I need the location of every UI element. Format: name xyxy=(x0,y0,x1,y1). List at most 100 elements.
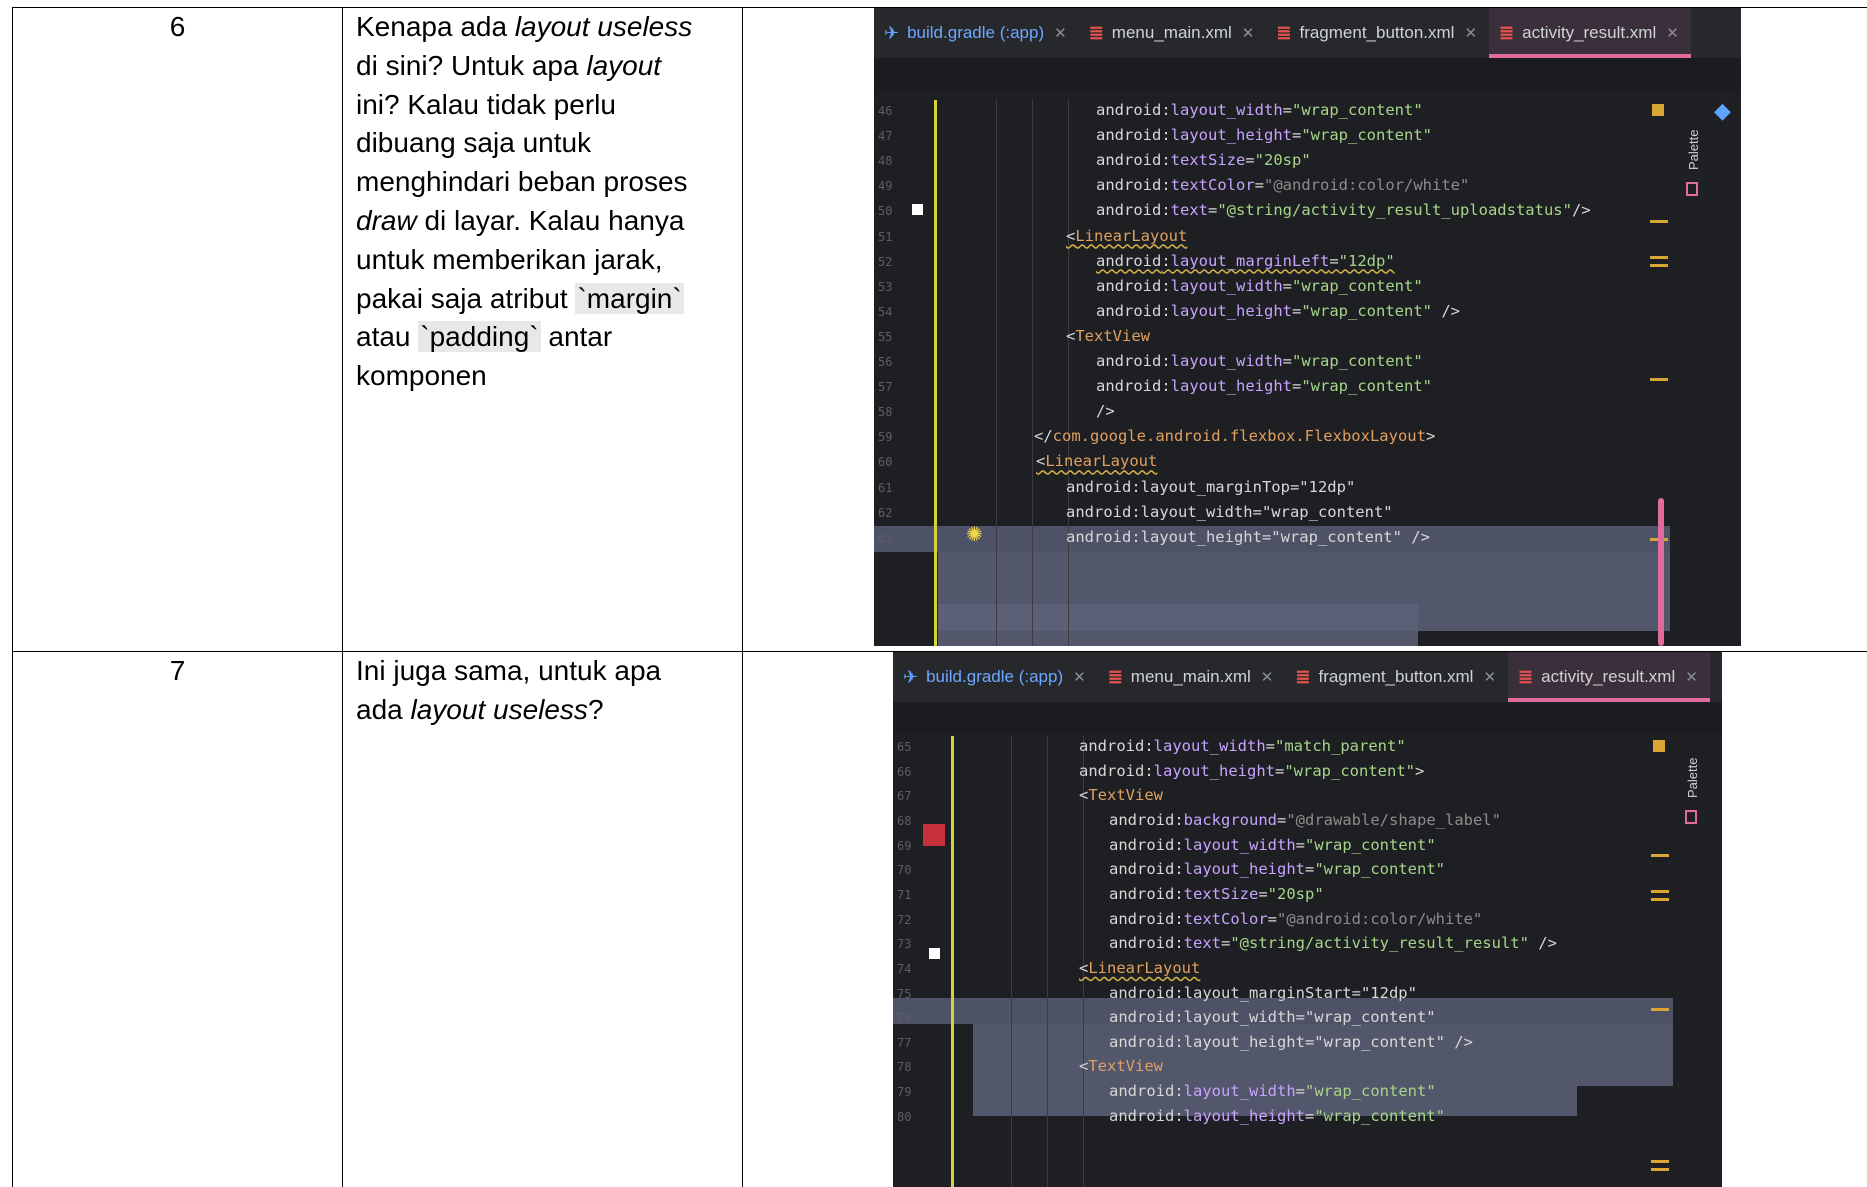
code-token: LinearLayout xyxy=(1075,226,1188,245)
code-line[interactable]: android:textSize="20sp" xyxy=(1109,885,1324,903)
close-icon[interactable]: ✕ xyxy=(1464,24,1477,42)
code-line[interactable]: android:layout_height="wrap_content" xyxy=(1109,860,1445,878)
code-token: "wrap_content" xyxy=(1314,1106,1445,1125)
tab-label: build.gradle (:app) xyxy=(907,23,1045,42)
code-token: = xyxy=(1277,810,1287,829)
code-line[interactable]: <LinearLayout xyxy=(1036,452,1157,470)
scrollbar-thumb[interactable] xyxy=(1658,498,1664,646)
code-line[interactable]: android:layout_height="wrap_content" xyxy=(1096,126,1432,144)
code-token: android xyxy=(1079,761,1145,780)
code-line[interactable]: android:layout_width="wrap_content" xyxy=(1096,352,1423,370)
ide-screenshot: ✈ build.gradle (:app) ✕ ≣ menu_main.xml ✕ ≣ fra… xyxy=(893,652,1722,1187)
row-number: 7 xyxy=(169,655,186,686)
warning-stripe xyxy=(1650,264,1668,267)
code-token: /> xyxy=(1528,934,1557,953)
close-icon[interactable]: ✕ xyxy=(1073,668,1086,686)
code-line[interactable]: android:layout_height="wrap_content" /> xyxy=(1066,528,1430,546)
code-line[interactable]: android:text="@string/activity_result_up… xyxy=(1096,201,1591,219)
code-line[interactable]: android:layout_height="wrap_content"> xyxy=(1079,762,1424,780)
comment-text: atau xyxy=(356,321,419,353)
code-token: < xyxy=(1066,326,1076,345)
code-line[interactable]: </com.google.android.flexbox.FlexboxLayo… xyxy=(1034,427,1435,445)
editor-tab[interactable]: ≣ menu_main.xml ✕ xyxy=(1079,8,1267,58)
inline-code: `margin` xyxy=(575,282,684,314)
code-token: textSize xyxy=(1183,884,1259,903)
code-token: android:layout_height="wrap_content" /> xyxy=(1109,1032,1473,1051)
code-line[interactable]: /> xyxy=(1096,402,1115,420)
comment-text: ? xyxy=(587,693,604,725)
palette-icon[interactable] xyxy=(1686,182,1698,196)
close-icon[interactable]: ✕ xyxy=(1054,24,1067,42)
editor-tab[interactable]: ≣ activity_result.xml ✕ xyxy=(1489,8,1691,58)
code-token: TextView xyxy=(1075,326,1150,345)
code-line[interactable]: android:textSize="20sp" xyxy=(1096,151,1311,169)
close-icon[interactable]: ✕ xyxy=(1261,668,1274,686)
code-token: : xyxy=(1161,101,1171,119)
code-line[interactable]: android:textColor="@android:color/white" xyxy=(1096,176,1469,194)
code-token: android xyxy=(1096,251,1162,270)
palette-icon[interactable] xyxy=(1685,810,1697,824)
palette-label[interactable]: Palette xyxy=(1685,758,1700,798)
code-line[interactable]: android:layout_width="wrap_content" xyxy=(1096,101,1423,119)
code-token: "wrap_content" xyxy=(1292,276,1423,295)
table-border-left xyxy=(12,7,13,1187)
code-token: com.google.android.flexbox.FlexboxLayout xyxy=(1052,427,1426,446)
code-token: : xyxy=(1161,201,1171,220)
code-line[interactable]: <TextView xyxy=(1079,786,1163,804)
comment-text: ada xyxy=(356,693,411,725)
gradle-icon: ✈ xyxy=(903,666,919,687)
editor-tab[interactable]: ≣ menu_main.xml ✕ xyxy=(1098,652,1286,702)
code-token: "wrap_content" xyxy=(1305,1082,1436,1101)
code-token: /> xyxy=(1571,201,1591,220)
code-line[interactable]: android:layout_height="wrap_content" xyxy=(1096,377,1432,395)
code-line[interactable]: <TextView xyxy=(1079,1057,1163,1075)
code-token: android:layout_height="wrap_content" /> xyxy=(1066,527,1430,546)
code-line[interactable]: android:layout_height="wrap_content" /> xyxy=(1109,1033,1473,1051)
warning-stripe xyxy=(1650,256,1668,259)
code-token: = xyxy=(1305,860,1315,879)
code-token: "@android:color/white" xyxy=(1264,176,1470,195)
code-token: text xyxy=(1183,934,1221,953)
code-line[interactable]: android:text="@string/activity_result_re… xyxy=(1109,934,1557,952)
code-token: android xyxy=(1096,377,1162,396)
code-line[interactable]: android:layout_width="wrap_content" xyxy=(1109,836,1436,854)
code-line[interactable]: android:layout_marginTop="12dp" xyxy=(1066,478,1355,496)
code-line[interactable]: android:layout_width="wrap_content" xyxy=(1096,277,1423,295)
code-token: : xyxy=(1144,761,1154,780)
editor-tab[interactable]: ≣ fragment_button.xml ✕ xyxy=(1266,8,1489,58)
code-line[interactable]: android:textColor="@android:color/white" xyxy=(1109,910,1482,928)
xml-file-icon: ≣ xyxy=(1107,666,1123,687)
code-token: = xyxy=(1282,101,1292,119)
code-token: "wrap_content" xyxy=(1305,835,1436,854)
close-icon[interactable]: ✕ xyxy=(1685,668,1698,686)
close-icon[interactable]: ✕ xyxy=(1666,24,1679,42)
code-line[interactable]: android:background="@drawable/shape_labe… xyxy=(1109,811,1501,829)
ide-screenshot: ✈ build.gradle (:app) ✕ ≣ menu_main.xml ✕ ≣ fra… xyxy=(874,8,1741,646)
editor-tab[interactable]: ≣ fragment_button.xml ✕ xyxy=(1285,652,1508,702)
code-token: </ xyxy=(1034,427,1053,446)
close-icon[interactable]: ✕ xyxy=(1483,668,1496,686)
code-line[interactable]: android:layout_marginLeft="12dp" xyxy=(1096,252,1395,270)
code-line[interactable]: android:layout_width="match_parent" xyxy=(1079,737,1406,755)
editor-tab[interactable]: ✈ build.gradle (:app) ✕ xyxy=(874,8,1079,58)
editor-tab[interactable]: ≣ activity_result.xml ✕ xyxy=(1508,652,1710,702)
warning-stripe xyxy=(1651,1168,1669,1171)
code-token: "wrap_content" xyxy=(1301,301,1432,320)
code-line[interactable]: <LinearLayout xyxy=(1079,959,1200,977)
code-line[interactable]: android:layout_height="wrap_content" /> xyxy=(1096,302,1460,320)
code-line[interactable]: android:layout_width="wrap_content" xyxy=(1109,1008,1436,1026)
code-line[interactable]: android:layout_height="wrap_content" xyxy=(1109,1107,1445,1125)
close-icon[interactable]: ✕ xyxy=(1242,24,1255,42)
warning-stripe xyxy=(1650,378,1668,381)
code-token: android:layout_marginStart="12dp" xyxy=(1109,983,1417,1002)
code-line[interactable]: <TextView xyxy=(1066,327,1150,345)
editor-tab[interactable]: ✈ build.gradle (:app) ✕ xyxy=(893,652,1098,702)
layers-icon[interactable]: ◆ xyxy=(1714,98,1731,124)
palette-label[interactable]: Palette xyxy=(1686,130,1701,170)
code-line[interactable]: android:layout_width="wrap_content" xyxy=(1109,1082,1436,1100)
code-token: android xyxy=(1109,1106,1175,1125)
code-token: = xyxy=(1282,352,1292,370)
code-line[interactable]: android:layout_marginStart="12dp" xyxy=(1109,984,1417,1002)
code-line[interactable]: <LinearLayout xyxy=(1066,227,1187,245)
code-line[interactable]: android:layout_width="wrap_content" xyxy=(1066,503,1393,521)
